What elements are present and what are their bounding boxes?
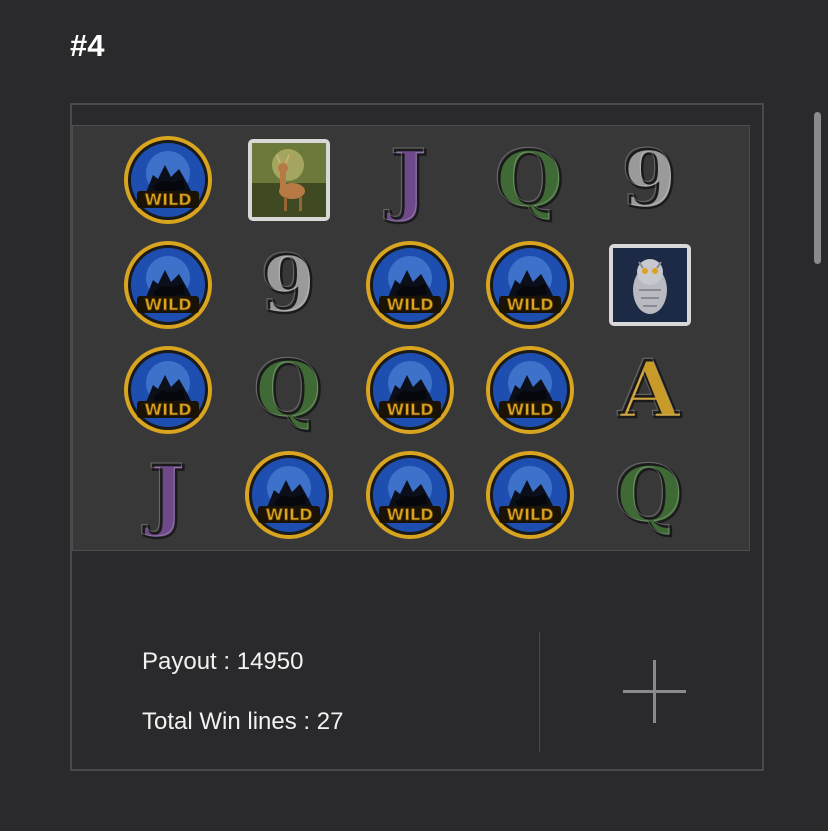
spin-result-page: #4 WILD J J Q Q 9 9 WILD 9 9 WILD WILD W…	[0, 0, 828, 831]
svg-text:WILD: WILD	[144, 400, 191, 419]
wild-symbol-icon: WILD	[486, 451, 574, 539]
wild-symbol-icon: WILD	[124, 241, 212, 329]
owl-symbol	[605, 240, 695, 330]
deer-symbol-icon	[248, 139, 330, 221]
nine-symbol: 9 9	[605, 135, 695, 225]
j-symbol-icon: J J	[141, 450, 188, 540]
wild-symbol: WILD	[365, 240, 455, 330]
nine-symbol: 9 9	[244, 240, 334, 330]
wild-symbol-icon: WILD	[124, 346, 212, 434]
wild-symbol: WILD	[244, 450, 334, 540]
wild-symbol: WILD	[485, 240, 575, 330]
svg-text:9: 9	[260, 240, 314, 329]
q-symbol-icon: Q Q	[614, 450, 686, 540]
a-symbol-icon: A A	[616, 345, 683, 435]
svg-text:WILD: WILD	[386, 295, 433, 314]
wild-symbol: WILD	[365, 345, 455, 435]
wild-symbol: WILD	[365, 450, 455, 540]
svg-text:9: 9	[621, 135, 675, 224]
j-symbol-icon: J J	[383, 135, 430, 225]
svg-text:WILD: WILD	[144, 190, 191, 209]
j-symbol: J J	[365, 135, 455, 225]
q-symbol: Q Q	[485, 135, 575, 225]
deer-symbol	[244, 135, 334, 225]
svg-text:Q: Q	[253, 345, 321, 434]
owl-symbol-icon	[609, 244, 691, 326]
wild-symbol: WILD	[485, 450, 575, 540]
q-symbol-icon: Q Q	[494, 135, 566, 225]
svg-text:WILD: WILD	[386, 400, 433, 419]
payout-text: Payout : 14950	[142, 648, 304, 675]
nine-symbol-icon: 9 9	[259, 240, 317, 330]
svg-text:Q: Q	[614, 450, 682, 539]
wild-symbol: WILD	[485, 345, 575, 435]
wild-symbol-icon: WILD	[486, 346, 574, 434]
wild-symbol-icon: WILD	[245, 451, 333, 539]
wild-symbol-icon: WILD	[366, 346, 454, 434]
svg-text:WILD: WILD	[506, 505, 553, 524]
q-symbol: Q Q	[244, 345, 334, 435]
svg-text:WILD: WILD	[144, 295, 191, 314]
a-symbol: A A	[605, 345, 695, 435]
plus-icon	[623, 660, 686, 723]
svg-text:Q: Q	[494, 135, 562, 224]
q-symbol-icon: Q Q	[253, 345, 325, 435]
footer-divider	[539, 632, 540, 752]
wild-symbol: WILD	[123, 345, 213, 435]
svg-text:WILD: WILD	[265, 505, 312, 524]
svg-text:WILD: WILD	[386, 505, 433, 524]
j-symbol: J J	[123, 450, 213, 540]
wild-symbol-icon: WILD	[366, 241, 454, 329]
scrollbar[interactable]	[814, 112, 821, 264]
wild-symbol: WILD	[123, 240, 213, 330]
svg-text:A: A	[617, 345, 680, 434]
nine-symbol-icon: 9 9	[620, 135, 678, 225]
result-title: #4	[70, 28, 105, 63]
svg-text:WILD: WILD	[506, 400, 553, 419]
win-lines-text: Total Win lines : 27	[142, 708, 344, 735]
wild-symbol: WILD	[123, 135, 213, 225]
svg-text:WILD: WILD	[506, 295, 553, 314]
svg-text:J: J	[384, 135, 427, 224]
svg-text:J: J	[142, 450, 185, 539]
reel-grid: WILD J J Q Q 9 9 WILD 9 9 WILD WILD WILD…	[72, 125, 750, 551]
wild-symbol-icon: WILD	[486, 241, 574, 329]
q-symbol: Q Q	[605, 450, 695, 540]
add-button[interactable]	[620, 657, 690, 727]
wild-symbol-icon: WILD	[124, 136, 212, 224]
wild-symbol-icon: WILD	[366, 451, 454, 539]
